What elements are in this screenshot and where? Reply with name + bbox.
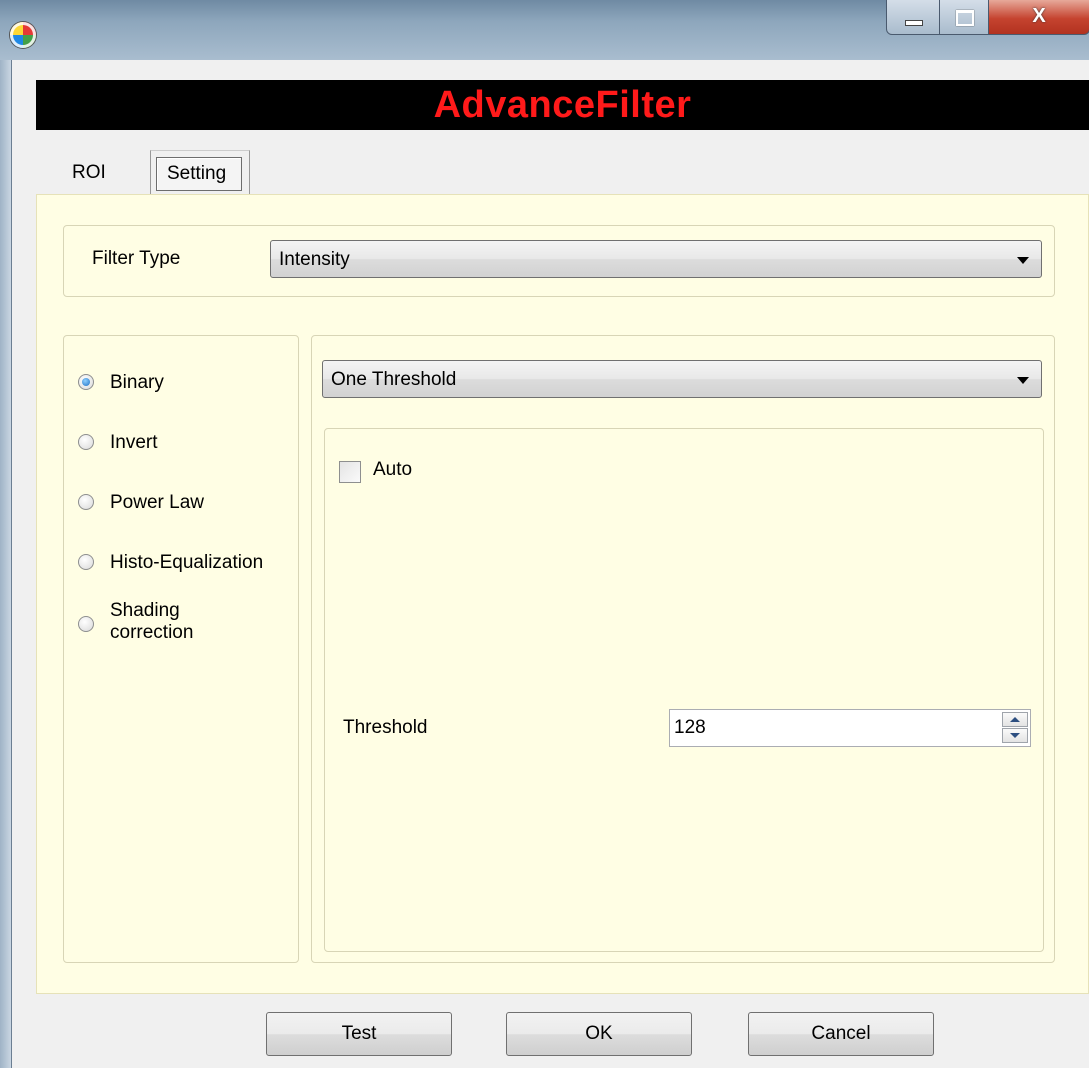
filter-type-value: Intensity <box>279 249 350 270</box>
banner: AdvanceFilter <box>36 80 1089 130</box>
threshold-stepper[interactable]: 128 <box>669 709 1031 747</box>
filter-mode-group: Binary Invert Power Law Histo-Equalizati… <box>63 335 299 963</box>
threshold-label: Threshold <box>343 717 428 738</box>
test-button[interactable]: Test <box>266 1012 452 1056</box>
threshold-mode-dropdown[interactable]: One Threshold <box>322 360 1042 398</box>
radio-binary[interactable]: Binary <box>78 372 308 412</box>
spin-up-button[interactable] <box>1002 712 1028 727</box>
close-icon: X <box>1032 5 1046 27</box>
window-controls: X <box>886 0 1089 38</box>
threshold-settings-panel: Auto Threshold 128 <box>324 428 1044 952</box>
auto-checkbox[interactable] <box>339 461 361 483</box>
setting-tab-page: Filter Type Intensity Binary Invert Powe… <box>36 194 1089 994</box>
spin-buttons <box>1002 712 1028 744</box>
maximize-button[interactable] <box>939 0 989 35</box>
radio-invert[interactable]: Invert <box>78 432 308 472</box>
threshold-mode-value: One Threshold <box>331 369 457 390</box>
tab-roi-label: ROI <box>72 162 106 183</box>
radio-button-icon <box>78 434 94 450</box>
ok-button[interactable]: OK <box>506 1012 692 1056</box>
radio-shading-correction-label: Shading correction <box>110 600 194 643</box>
chevron-down-icon <box>1017 257 1029 264</box>
threshold-group: One Threshold Auto Threshold 128 <box>311 335 1055 963</box>
auto-label: Auto <box>373 459 413 480</box>
radio-invert-label: Invert <box>110 432 158 453</box>
tab-setting-label: Setting <box>167 163 227 184</box>
maximize-icon <box>956 10 974 26</box>
radio-histo-equalization-label: Histo-Equalization <box>110 552 264 573</box>
radio-button-icon <box>78 616 94 632</box>
window-frame-left <box>0 60 12 1068</box>
tab-control: ROI Setting Filter Type Intensity Binary… <box>36 146 1089 998</box>
banner-title: AdvanceFilter <box>433 84 692 126</box>
close-button[interactable]: X <box>988 0 1089 35</box>
radio-power-law-label: Power Law <box>110 492 204 513</box>
tab-setting[interactable]: Setting <box>150 150 250 195</box>
filter-type-group: Filter Type Intensity <box>63 225 1055 297</box>
radio-binary-label: Binary <box>110 372 164 393</box>
radio-power-law[interactable]: Power Law <box>78 492 308 532</box>
tab-setting-focus: Setting <box>156 157 242 191</box>
minimize-icon <box>905 20 923 26</box>
title-bar[interactable]: X <box>0 0 1089 60</box>
radio-button-icon <box>78 494 94 510</box>
cancel-button[interactable]: Cancel <box>748 1012 934 1056</box>
radio-shading-correction[interactable]: Shading correction <box>78 600 308 652</box>
spin-down-button[interactable] <box>1002 728 1028 743</box>
radio-button-checked-icon <box>78 374 94 390</box>
radio-button-icon <box>78 554 94 570</box>
threshold-value: 128 <box>674 717 706 738</box>
filter-type-label: Filter Type <box>92 248 181 269</box>
tab-roi[interactable]: ROI <box>52 152 142 192</box>
radio-histo-equalization[interactable]: Histo-Equalization <box>78 552 308 592</box>
minimize-button[interactable] <box>886 0 940 35</box>
app-icon[interactable] <box>10 22 36 48</box>
filter-type-dropdown[interactable]: Intensity <box>270 240 1042 278</box>
chevron-down-icon <box>1017 377 1029 384</box>
